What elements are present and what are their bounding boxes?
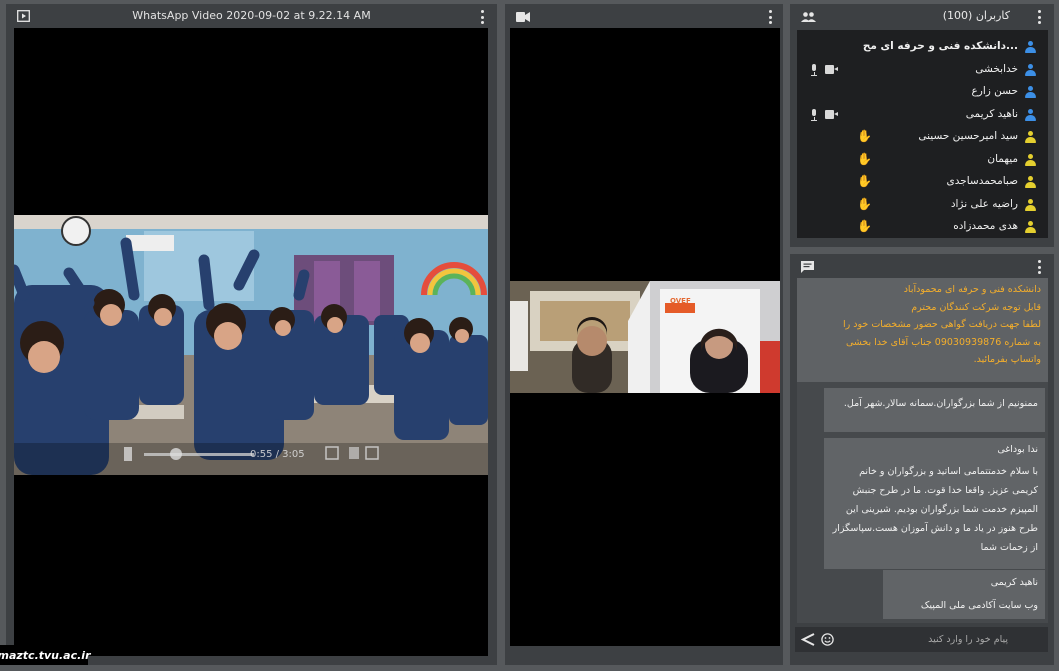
attendee-name: میهمان: [987, 152, 1018, 165]
video-title: WhatsApp Video 2020-09-02 at 9.22.14 AM: [132, 9, 371, 22]
chat-message: ناهید کریمی وب سایت آکادمی ملی المپیک: [883, 570, 1045, 619]
microphone-icon: [810, 63, 818, 76]
video-time-display: 0:55 / 3:05: [250, 449, 305, 460]
attendee-row[interactable]: ناهید کریمی: [797, 104, 1048, 127]
video-camera-icon: [516, 12, 530, 22]
pod-menu-icon[interactable]: [476, 10, 488, 24]
pod-header: [790, 254, 1054, 280]
person-icon: [1025, 153, 1036, 166]
attendee-name: سید امیرحسین حسینی: [918, 130, 1018, 142]
webcam-icon: [825, 109, 838, 119]
person-icon: [1025, 41, 1036, 53]
attendee-row[interactable]: خدابخشی: [797, 59, 1048, 82]
person-icon: [1025, 198, 1036, 211]
chat-message: ندا بوداغی با سلام خدمتتمامی اساتید و بز…: [824, 438, 1045, 569]
microphone-icon: [810, 108, 818, 121]
pod-header: کاربران (100): [790, 4, 1054, 30]
pod-header: WhatsApp Video 2020-09-02 at 9.22.14 AM: [6, 4, 497, 30]
person-icon: [1025, 63, 1036, 76]
site-watermark: maztc.tvu.ac.ir: [0, 645, 91, 665]
chat-bubble-icon: [801, 261, 814, 273]
person-icon: [1025, 86, 1036, 98]
attendee-list[interactable]: دانشکده فنی و حرفه ای مح... خدابخشی حسن زا…: [797, 30, 1048, 238]
raised-hand-icon: ✋: [857, 129, 872, 143]
raised-hand-icon: ✋: [857, 219, 872, 233]
webcam-stream: OVEF: [510, 281, 780, 393]
attendee-row[interactable]: میهمان ✋: [797, 149, 1048, 172]
camera-voice-pod: OVEF: [505, 4, 783, 665]
person-icon: [1025, 131, 1036, 143]
pod-header: [505, 4, 783, 30]
attendees-title: کاربران (100): [942, 9, 1010, 22]
raised-hand-icon: ✋: [857, 151, 872, 166]
chat-sender: ناهید کریمی: [990, 577, 1038, 588]
chat-input-bar: [795, 627, 1048, 652]
attendees-icon: [801, 12, 816, 22]
webcam-area: OVEF: [510, 28, 780, 646]
chat-message: دانشکده فنی و حرفه ای محمودآباد قابل توج…: [797, 278, 1048, 382]
person-icon: [1025, 176, 1036, 188]
attendee-row[interactable]: حسن زارع: [797, 81, 1048, 104]
attendee-row[interactable]: راضیه علی نژاد ✋: [797, 194, 1048, 217]
webcam-icon: [825, 64, 838, 74]
chat-sender: ندا بوداغی: [997, 444, 1038, 455]
attendee-row[interactable]: دانشکده فنی و حرفه ای مح...: [797, 36, 1048, 59]
classroom-video-image: [14, 215, 488, 475]
share-video-pod: WhatsApp Video 2020-09-02 at 9.22.14 AM: [6, 4, 497, 665]
raised-hand-icon: ✋: [857, 174, 872, 188]
send-icon[interactable]: [801, 633, 815, 646]
chat-pod: دانشکده فنی و حرفه ای محمودآباد قابل توج…: [790, 254, 1054, 665]
chat-messages[interactable]: دانشکده فنی و حرفه ای محمودآباد قابل توج…: [797, 278, 1048, 623]
webcam-image: [510, 281, 780, 393]
pod-menu-icon[interactable]: [764, 10, 776, 24]
attendee-row[interactable]: سید امیرحسین حسینی ✋: [797, 126, 1048, 149]
video-frame[interactable]: 0:55 / 3:05: [14, 215, 488, 475]
chat-message-input[interactable]: [818, 627, 1008, 652]
pod-menu-icon[interactable]: [1033, 10, 1045, 24]
chat-message: ممنونیم از شما بزرگواران.سمانه سالار.شهر…: [824, 388, 1045, 432]
attendees-pod: کاربران (100) دانشکده فنی و حرفه ای مح..…: [790, 4, 1054, 247]
attendee-name: ناهید کریمی: [965, 107, 1018, 120]
video-player[interactable]: 0:55 / 3:05: [14, 28, 488, 656]
attendee-name: دانشکده فنی و حرفه ای مح...: [862, 40, 1018, 52]
attendee-name: صبامحمدساجدی: [946, 175, 1019, 187]
attendee-name: حسن زارع: [971, 85, 1018, 97]
person-icon: [1025, 108, 1036, 121]
attendee-row[interactable]: صبامحمدساجدی ✋: [797, 171, 1048, 194]
attendee-name: خدابخشی: [975, 62, 1018, 75]
attendee-row[interactable]: هدی محمدزاده ✋: [797, 216, 1048, 239]
person-icon: [1025, 221, 1036, 233]
pod-menu-icon[interactable]: [1033, 260, 1045, 274]
banner-text: OVEF: [670, 297, 691, 305]
attendee-name: راضیه علی نژاد: [950, 197, 1018, 210]
raised-hand-icon: ✋: [857, 196, 872, 211]
attendee-name: هدی محمدزاده: [953, 220, 1018, 232]
